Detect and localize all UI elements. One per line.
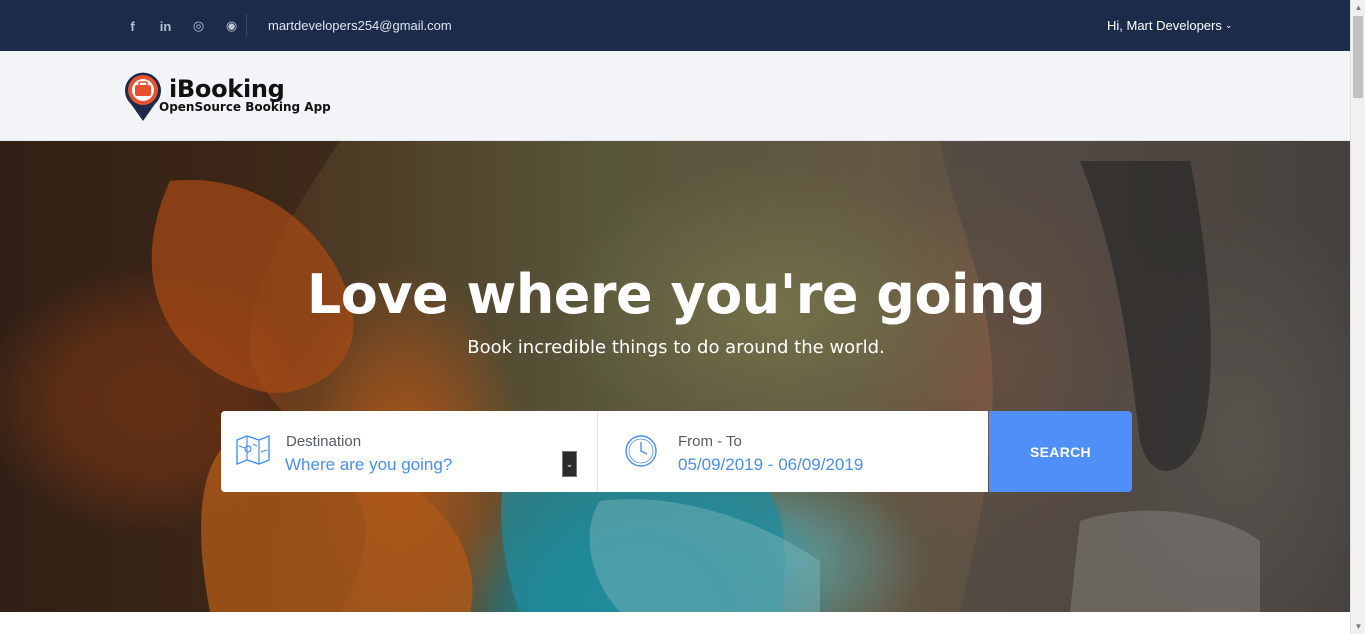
destination-select[interactable]: Where are you going?	[285, 455, 452, 475]
topbar-divider	[246, 14, 247, 36]
page-scrollbar[interactable]: ▲ ▼	[1350, 0, 1365, 634]
facebook-icon[interactable]: f	[116, 17, 149, 35]
top-bar: f in ◎ ◉ martdevelopers254@gmail.com Hi,…	[0, 0, 1350, 51]
contact-email[interactable]: martdevelopers254@gmail.com	[268, 18, 452, 33]
site-logo[interactable]: iBooking OpenSource Booking App	[123, 72, 343, 122]
linkedin-icon[interactable]: in	[149, 17, 182, 35]
github-icon[interactable]: ◉	[215, 17, 248, 35]
scroll-up-icon[interactable]: ▲	[1351, 0, 1365, 15]
social-links: f in ◎ ◉	[116, 17, 248, 35]
chevron-down-icon[interactable]: ⌄	[562, 451, 577, 477]
destination-field[interactable]: Destination Where are you going? ⌄	[221, 411, 597, 492]
date-range-label: From - To	[678, 433, 742, 450]
logo-name: iBooking	[169, 75, 285, 103]
hero-subtitle: Book incredible things to do around the …	[467, 337, 885, 358]
instagram-icon[interactable]: ◎	[182, 17, 215, 35]
chevron-down-icon: ⌄	[1224, 20, 1233, 30]
hero-title: Love where you're going	[306, 263, 1046, 326]
search-button[interactable]: SEARCH	[989, 411, 1132, 492]
location-pin-icon	[125, 72, 161, 121]
date-range-input[interactable]: 05/09/2019 - 06/09/2019	[678, 455, 863, 475]
search-form: Destination Where are you going? ⌄ From …	[221, 411, 1132, 492]
hero-overlay	[0, 141, 1350, 612]
hero-section: Love where you're going Book incredible …	[0, 141, 1350, 612]
user-greeting: Hi, Mart Developers	[1107, 18, 1222, 33]
logo-tagline: OpenSource Booking App	[159, 100, 331, 114]
date-range-field[interactable]: From - To 05/09/2019 - 06/09/2019	[598, 411, 988, 492]
user-menu-dropdown[interactable]: Hi, Mart Developers ⌄	[1107, 18, 1232, 33]
clock-icon	[625, 435, 657, 467]
scroll-down-icon[interactable]: ▼	[1351, 619, 1365, 634]
map-icon	[236, 434, 270, 466]
site-header: iBooking OpenSource Booking App	[0, 51, 1350, 141]
destination-label: Destination	[286, 433, 362, 450]
scrollbar-thumb[interactable]	[1353, 16, 1363, 98]
